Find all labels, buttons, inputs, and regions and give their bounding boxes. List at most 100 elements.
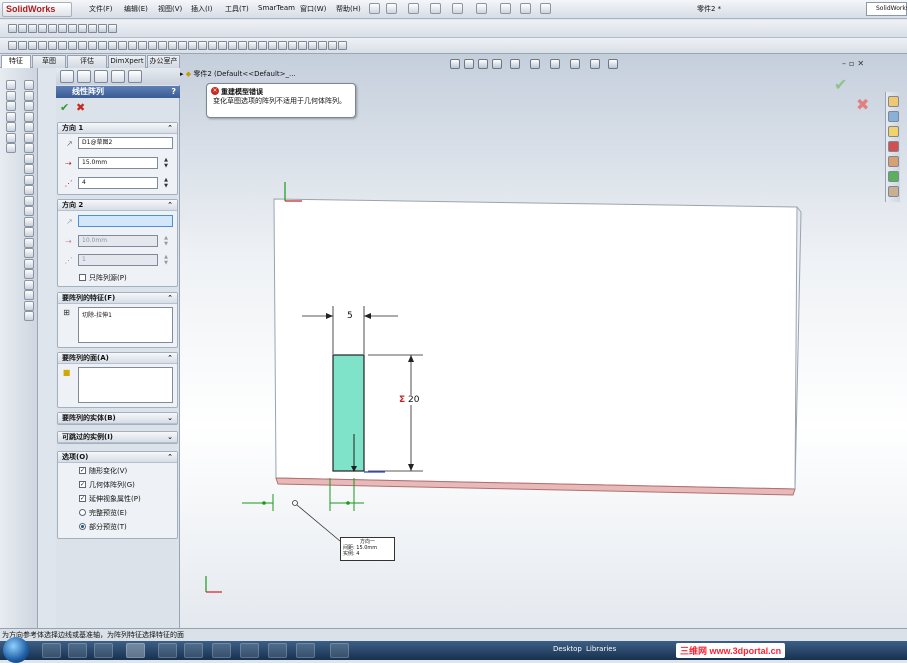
feature-tool-icon[interactable] bbox=[118, 41, 127, 50]
feature-tool-icon[interactable] bbox=[288, 41, 297, 50]
vertical-tool-icon[interactable] bbox=[6, 90, 16, 101]
direction1-spacing-input[interactable]: 15.0mm bbox=[78, 157, 158, 169]
feature-tool-icon[interactable] bbox=[218, 41, 227, 50]
full-preview-radio[interactable] bbox=[79, 509, 86, 516]
collapse-icon[interactable]: ⌃ bbox=[167, 293, 173, 304]
home-icon[interactable] bbox=[888, 96, 899, 107]
graphics-area[interactable]: 5 Σ 20 方向一 间距: 15.0mm 实例: 4 bbox=[180, 54, 907, 628]
collapse-icon[interactable]: ⌃ bbox=[167, 353, 173, 364]
options-header[interactable]: 选项(O) ⌃ bbox=[58, 452, 177, 463]
app-icon[interactable] bbox=[240, 643, 259, 658]
faces-header[interactable]: 要阵列的面(A) ⌃ bbox=[58, 353, 177, 364]
pin-icon[interactable] bbox=[369, 3, 380, 14]
save-icon[interactable] bbox=[430, 3, 441, 14]
feature-tool-icon[interactable] bbox=[308, 41, 317, 50]
feature-tool-icon[interactable] bbox=[68, 41, 77, 50]
collapse-icon[interactable]: ⌃ bbox=[167, 123, 173, 134]
collapse-icon[interactable]: ⌃ bbox=[167, 452, 173, 463]
vertical-tool-icon[interactable] bbox=[6, 143, 16, 153]
direction-arrow-icon[interactable]: ↗ bbox=[64, 216, 75, 227]
confirm-corner-ok-icon[interactable]: ✔ bbox=[834, 75, 847, 94]
tree-root-label[interactable]: 零件2 (Default<<Default>_... bbox=[193, 70, 295, 78]
sketch-tool-icon[interactable] bbox=[88, 24, 97, 33]
feature-tool-icon[interactable] bbox=[88, 41, 97, 50]
sketch-tool-icon[interactable] bbox=[38, 24, 47, 33]
direction2-header[interactable]: 方向 2 ⌃ bbox=[58, 200, 177, 211]
vertical-tool-icon[interactable] bbox=[24, 290, 34, 300]
appearances-icon[interactable] bbox=[888, 171, 899, 182]
bodies-header[interactable]: 要阵列的实体(B) ⌄ bbox=[58, 413, 177, 424]
cancel-button[interactable]: ✖ bbox=[76, 101, 85, 114]
sketch-tool-icon[interactable] bbox=[58, 24, 67, 33]
vertical-tool-icon[interactable] bbox=[24, 227, 34, 237]
resources-icon[interactable] bbox=[888, 111, 899, 122]
expand-icon[interactable]: ⌄ bbox=[167, 432, 173, 443]
view-palette-icon[interactable] bbox=[888, 156, 899, 167]
direction-arrow-icon[interactable]: ↗ bbox=[64, 138, 75, 149]
sketch-tool-icon[interactable] bbox=[68, 24, 77, 33]
vertical-tool-icon[interactable] bbox=[24, 248, 34, 258]
options-icon[interactable] bbox=[540, 3, 551, 14]
feature-tool-icon[interactable] bbox=[98, 41, 107, 50]
scene-icon[interactable] bbox=[590, 59, 600, 69]
media-icon[interactable] bbox=[94, 643, 113, 658]
sketch-tool-icon[interactable] bbox=[28, 24, 37, 33]
desktop-toolbar-label[interactable]: Desktop bbox=[553, 645, 582, 653]
sketch-tool-icon[interactable] bbox=[18, 24, 27, 33]
feature-tool-icon[interactable] bbox=[148, 41, 157, 50]
open-icon[interactable] bbox=[408, 3, 419, 14]
solidworks-taskbar-icon[interactable] bbox=[126, 643, 145, 658]
feature-tool-icon[interactable] bbox=[198, 41, 207, 50]
features-list[interactable]: 切除-拉伸1 bbox=[78, 307, 173, 343]
direction1-edge-field[interactable]: D1@草图2 bbox=[78, 137, 173, 149]
display-style-icon[interactable] bbox=[530, 59, 540, 69]
property-manager-icon[interactable] bbox=[77, 70, 91, 83]
vertical-tool-icon[interactable] bbox=[24, 185, 34, 195]
features-header[interactable]: 要阵列的特征(F) ⌃ bbox=[58, 293, 177, 304]
feature-tool-icon[interactable] bbox=[338, 41, 347, 50]
feature-tree-icon[interactable] bbox=[60, 70, 74, 83]
feature-tool-icon[interactable] bbox=[258, 41, 267, 50]
vertical-tool-icon[interactable] bbox=[24, 311, 34, 321]
tab-sketch[interactable]: 草图 bbox=[32, 55, 66, 68]
feature-tool-icon[interactable] bbox=[108, 41, 117, 50]
sketch-tool-icon[interactable] bbox=[108, 24, 117, 33]
previous-view-icon[interactable] bbox=[478, 59, 488, 69]
expand-icon[interactable]: ⌄ bbox=[167, 413, 173, 424]
count-spinner[interactable]: ▲ ▼ bbox=[162, 254, 170, 266]
new-icon[interactable] bbox=[386, 3, 397, 14]
section-view-icon[interactable] bbox=[492, 59, 502, 69]
tab-dimxpert[interactable]: DimXpert bbox=[108, 55, 146, 68]
feature-tool-icon[interactable] bbox=[248, 41, 257, 50]
feature-tool-icon[interactable] bbox=[318, 41, 327, 50]
feature-tool-icon[interactable] bbox=[268, 41, 277, 50]
ie-icon[interactable] bbox=[42, 643, 61, 658]
vertical-tool-icon[interactable] bbox=[24, 279, 34, 290]
feature-tool-icon[interactable] bbox=[208, 41, 217, 50]
sketch-tool-icon[interactable] bbox=[78, 24, 87, 33]
help-button[interactable]: ? bbox=[171, 86, 176, 98]
view-orientation-icon[interactable] bbox=[510, 59, 520, 69]
menu-insert[interactable]: 插入(I) bbox=[191, 4, 213, 14]
sketch-tool-icon[interactable] bbox=[98, 24, 107, 33]
vertical-tool-icon[interactable] bbox=[24, 101, 34, 111]
expand-icon[interactable]: ▸ bbox=[180, 70, 184, 78]
zoom-to-fit-icon[interactable] bbox=[450, 59, 460, 69]
feature-tool-icon[interactable] bbox=[238, 41, 247, 50]
file-explorer-icon[interactable] bbox=[888, 141, 899, 152]
menu-tools[interactable]: 工具(T) bbox=[225, 4, 249, 14]
outlook-icon[interactable] bbox=[212, 643, 231, 658]
vertical-tool-icon[interactable] bbox=[24, 195, 34, 206]
partial-preview-radio[interactable] bbox=[79, 523, 86, 530]
feature-tool-icon[interactable] bbox=[188, 41, 197, 50]
explorer-icon[interactable] bbox=[68, 643, 87, 658]
geometry-pattern-checkbox[interactable]: ✓ bbox=[79, 481, 86, 488]
vertical-tool-icon[interactable] bbox=[24, 122, 34, 132]
list-item[interactable]: 切除-拉伸1 bbox=[82, 310, 169, 319]
pattern-callout[interactable]: 方向一 间距: 15.0mm 实例: 4 bbox=[340, 537, 395, 561]
feature-tool-icon[interactable] bbox=[278, 41, 287, 50]
app-icon[interactable] bbox=[330, 643, 349, 658]
print-icon[interactable] bbox=[452, 3, 463, 14]
undo-icon[interactable] bbox=[476, 3, 487, 14]
feature-tool-icon[interactable] bbox=[128, 41, 137, 50]
